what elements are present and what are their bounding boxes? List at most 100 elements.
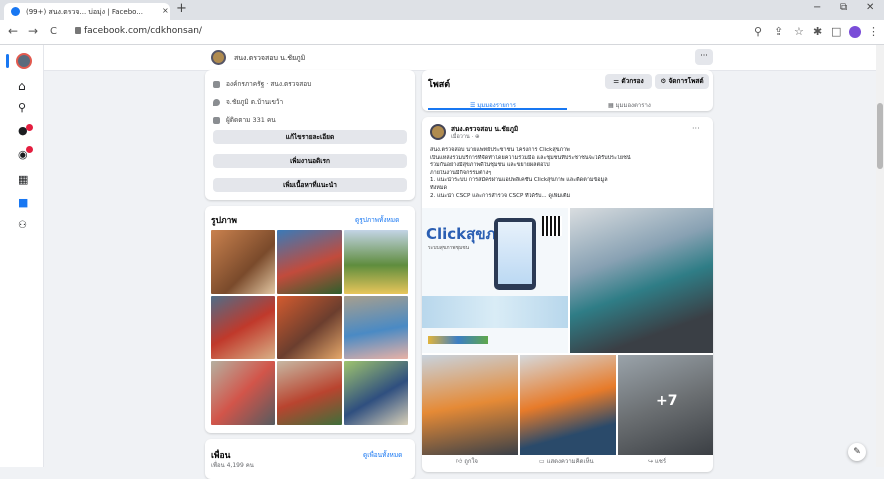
active-indicator <box>6 54 9 68</box>
share-button[interactable]: ↪ แชร์ <box>648 456 666 466</box>
post-line: 1. แนะนำระบบ การสมัครผ่านแอปพลิเคชัน Cli… <box>430 177 608 184</box>
photo-grid <box>211 230 408 425</box>
search-icon[interactable]: ⚲ <box>18 101 26 114</box>
qr-code-icon <box>542 216 562 236</box>
forward-button[interactable]: → <box>28 24 38 38</box>
tab-close-icon[interactable]: × <box>162 6 169 15</box>
chrome-menu-icon[interactable]: ⋮ <box>868 25 879 38</box>
filter-button[interactable]: ⚌ ตัวกรอง <box>605 74 652 89</box>
thumbs-up-icon: 👍︎ <box>456 458 465 465</box>
photo-thumbnail[interactable] <box>277 295 342 360</box>
tab-title: (99+) สนง.ตรวจ... บ่อมุ่ง | Facebo... <box>26 8 143 16</box>
page-header-name[interactable]: สนง.ตรวจสอบ น.ชัยภูมิ <box>234 53 305 64</box>
photo-thumbnail[interactable] <box>277 230 342 294</box>
profile-avatar[interactable] <box>849 26 861 38</box>
grid-icon: ▦ <box>608 102 616 109</box>
bookmark-star-icon[interactable]: ☆ <box>794 25 804 38</box>
home-icon[interactable]: ⌂ <box>18 79 26 93</box>
share-icon[interactable]: ⇪ <box>774 25 783 38</box>
extensions-icon[interactable]: ✱ <box>813 25 822 38</box>
new-message-button[interactable]: ✎ <box>848 443 866 461</box>
lock-icon[interactable] <box>75 27 81 34</box>
url-field[interactable]: facebook.com/cdkhonsan/ <box>84 26 202 36</box>
back-button[interactable]: ← <box>8 24 18 38</box>
photos-card: รูปภาพ ดูรูปภาพทั้งหมด <box>205 206 415 433</box>
intro-row-followers: ผู้ติดตาม 331 คน <box>213 115 276 125</box>
intro-card: องค์กรภาครัฐ · สนง.ตรวจสอบ จ.ชัยภูมิ ต.บ… <box>205 70 415 200</box>
post-image-5[interactable]: +7 <box>618 355 713 455</box>
watch-icon[interactable]: ■ <box>18 196 28 209</box>
page-header-avatar[interactable] <box>211 50 226 65</box>
manage-posts-button[interactable]: ⚙ จัดการโพสต์ <box>655 74 709 89</box>
poster-subtitle: ระบบสุขภาพชุมชน <box>428 245 470 251</box>
phone-screen <box>498 222 532 284</box>
minimize-button[interactable]: − <box>813 2 821 13</box>
post-author-avatar[interactable] <box>430 124 446 140</box>
tab-grid-view[interactable]: ▦ มุมมองตาราง <box>608 100 651 110</box>
location-pin-icon <box>213 98 220 106</box>
posts-header-card: โพสต์ ⚌ ตัวกรอง ⚙ จัดการโพสต์ ☰ มุมมองรา… <box>422 70 713 111</box>
post-line: ภายในงานมีกิจกรรมต่างๆ <box>430 169 492 176</box>
browser-tab-bar: (99+) สนง.ตรวจ... บ่อมุ่ง | Facebo... × … <box>0 0 884 20</box>
add-featured-button[interactable]: เพิ่มเนื้อหาที่แนะนำ <box>213 178 407 192</box>
page-more-button[interactable]: ··· <box>695 49 713 65</box>
facebook-favicon-icon <box>11 7 20 16</box>
address-bar: ← → C facebook.com/cdkhonsan/ ⚲ ⇪ ☆ ✱ □ … <box>0 20 884 45</box>
page-scrollbar[interactable] <box>876 45 884 467</box>
friends-card: เพื่อน ดูเพื่อนทั้งหมด เพื่อน 4,199 คน <box>205 439 415 479</box>
poster-steps-strip <box>422 296 568 328</box>
posts-title: โพสต์ <box>428 80 451 90</box>
photo-thumbnail[interactable] <box>343 295 408 360</box>
message-badge <box>26 146 33 153</box>
see-all-photos-link[interactable]: ดูรูปภาพทั้งหมด <box>355 215 399 225</box>
phone-mockup <box>494 218 536 290</box>
poster-logos <box>428 336 488 344</box>
post-image-poster[interactable]: Clickสุขภาพ ระบบสุขภาพชุมชน <box>422 208 568 353</box>
photo-thumbnail[interactable] <box>343 361 408 425</box>
photo-thumbnail[interactable] <box>343 230 408 294</box>
groups-icon[interactable]: ⚇ <box>18 220 27 231</box>
left-nav-rail: ⌂ ⚲ ● ◉ ▦ ■ ⚇ <box>0 45 44 467</box>
apps-icon[interactable]: ▦ <box>18 173 28 186</box>
photos-title: รูปภาพ <box>211 216 237 226</box>
post-image-4[interactable] <box>520 355 616 455</box>
gear-icon: ⚙ <box>660 77 669 85</box>
see-all-friends-link[interactable]: ดูเพื่อนทั้งหมด <box>363 450 402 460</box>
more-photos-count[interactable]: +7 <box>656 393 677 409</box>
active-tab-underline <box>428 108 567 110</box>
new-tab-button[interactable]: + <box>176 2 187 16</box>
page-avatar[interactable] <box>16 53 32 69</box>
photo-thumbnail[interactable] <box>211 230 276 294</box>
reload-button[interactable]: C <box>50 26 57 37</box>
sidepanel-icon[interactable]: □ <box>831 25 841 38</box>
share-arrow-icon: ↪ <box>648 458 655 465</box>
post-line[interactable]: 2. แนะนำ CSCP และการสำรวจ CSCP ที่ได้รับ… <box>430 193 712 201</box>
post-card: สนง.ตรวจสอบ น.ชัยภูมิ เมื่อวาน · ⊕ ··· ส… <box>422 117 713 472</box>
post-time[interactable]: เมื่อวาน · ⊕ <box>451 133 480 141</box>
post-text: สนง.ตรวจสอบ นายแพทย์ประชาชน โครงการ Clic… <box>430 147 712 200</box>
intro-row-category: องค์กรภาครัฐ · สนง.ตรวจสอบ <box>213 79 311 89</box>
add-hobbies-button[interactable]: เพิ่มงานอดิเรก <box>213 154 407 168</box>
photo-thumbnail[interactable] <box>211 295 276 360</box>
close-window-button[interactable]: ✕ <box>866 2 874 13</box>
post-image-2[interactable] <box>570 208 713 353</box>
compose-icon: ✎ <box>853 447 861 457</box>
comment-icon: ▭ <box>539 458 547 465</box>
browser-tab[interactable]: (99+) สนง.ตรวจ... บ่อมุ่ง | Facebo... × <box>4 3 170 20</box>
photo-thumbnail[interactable] <box>277 361 342 425</box>
scrollbar-thumb[interactable] <box>877 103 883 169</box>
followers-icon <box>213 116 220 124</box>
post-image-3[interactable] <box>422 355 518 455</box>
edit-details-button[interactable]: แก้ไขรายละเอียด <box>213 130 407 144</box>
comment-button[interactable]: ▭ แสดงความคิดเห็น <box>539 456 594 466</box>
post-more-icon[interactable]: ··· <box>692 124 700 133</box>
friends-count: เพื่อน 4,199 คน <box>211 462 254 469</box>
page-header-bar: สนง.ตรวจสอบ น.ชัยภูมิ ··· <box>44 45 876 71</box>
photo-thumbnail[interactable] <box>211 361 276 425</box>
post-line: สนง.ตรวจสอบ นายแพทย์ประชาชน โครงการ Clic… <box>430 147 570 153</box>
zoom-icon[interactable]: ⚲ <box>754 25 762 38</box>
restore-button[interactable]: ⧉ <box>840 2 847 13</box>
like-button[interactable]: 👍︎ ถูกใจ <box>456 456 478 466</box>
post-line: ร่วมกันอย่างมีสุขภาพดีในชุมชน และขยายผลต… <box>430 162 550 169</box>
post-line: เป็นแหล่งรวมบริการที่จัดทำโดยความร่วมมือ… <box>430 154 631 161</box>
